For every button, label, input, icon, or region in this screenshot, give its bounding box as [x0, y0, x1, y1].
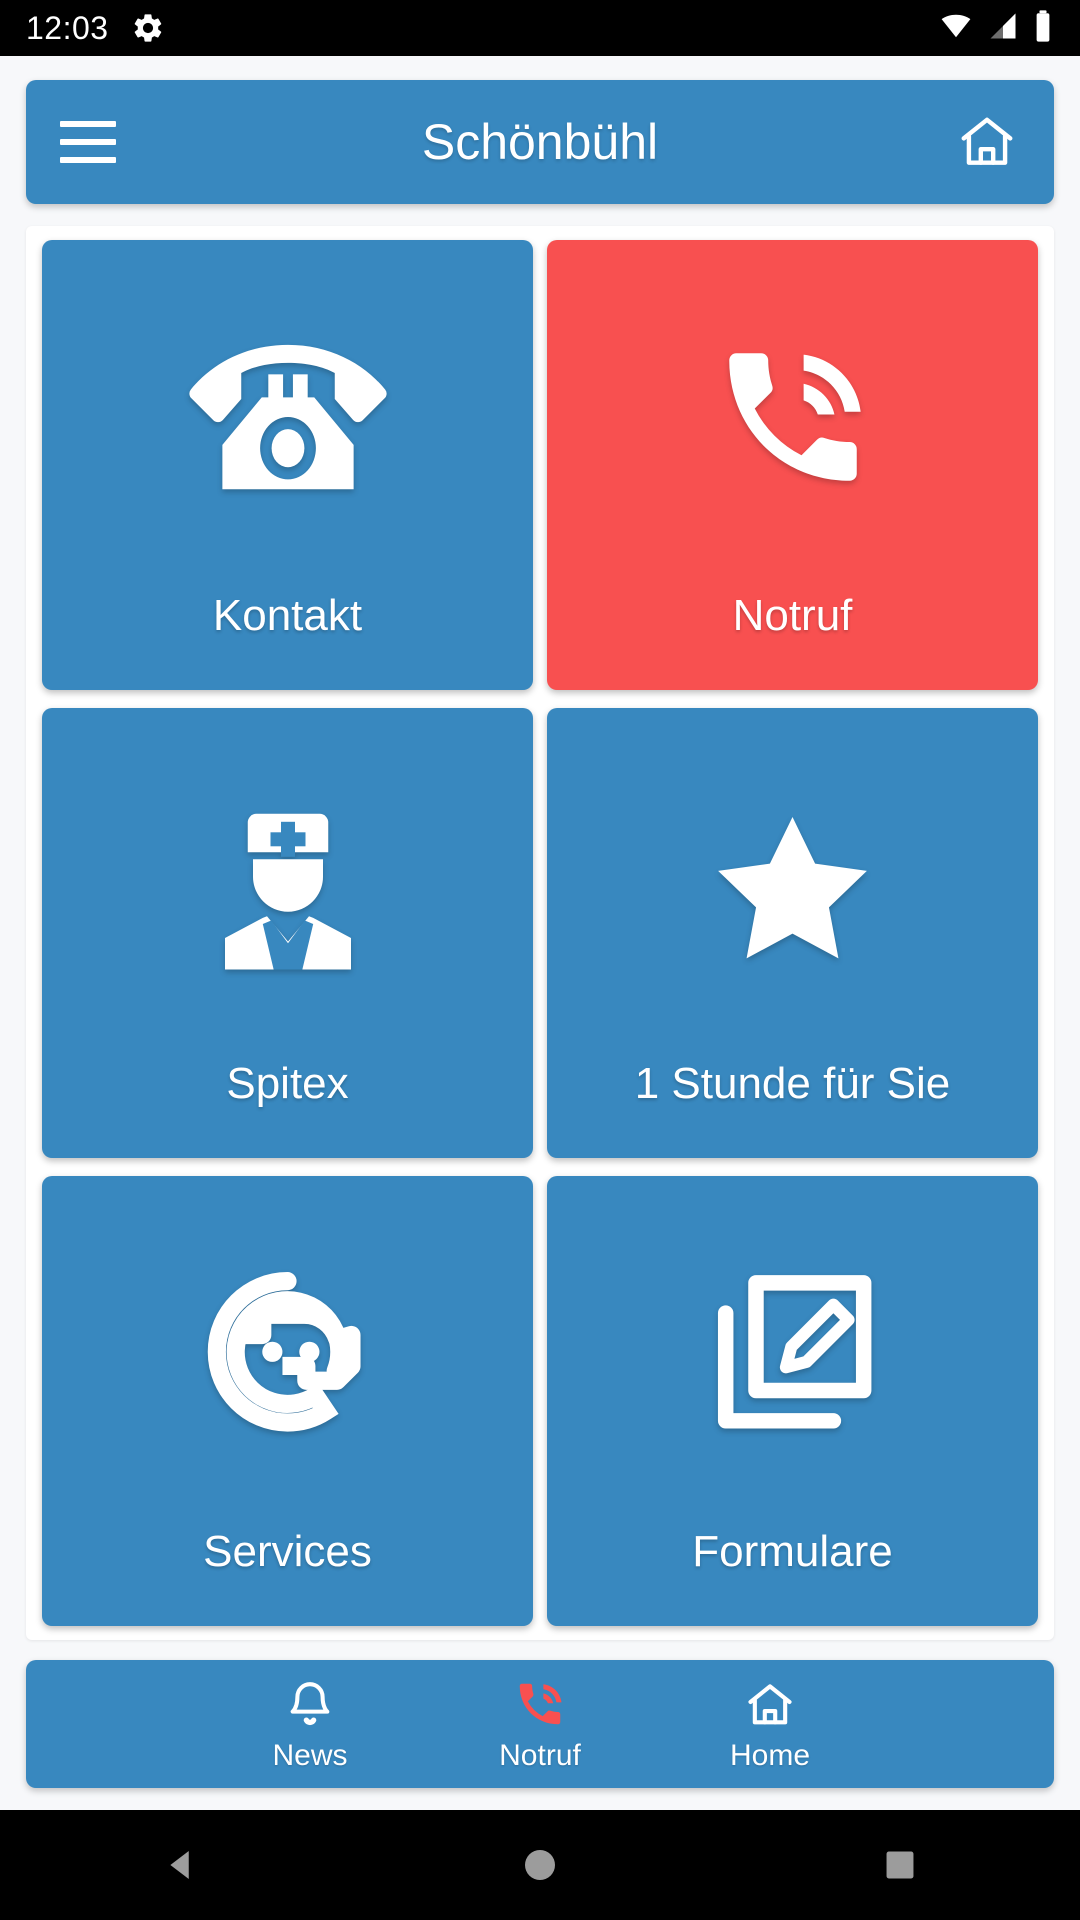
star-icon: [547, 708, 1038, 1062]
home-outline-icon: [742, 1675, 798, 1731]
tiles-grid: Kontakt Notruf Spitex 1 Stunde für Sie S…: [42, 240, 1038, 1626]
back-button[interactable]: [90, 1844, 270, 1886]
app-content: Schönbühl Kontakt Notruf Spitex 1 Stunde…: [0, 56, 1080, 1810]
top-bar-container: Schönbühl: [0, 56, 1080, 204]
app-top-bar: Schönbühl: [26, 80, 1054, 204]
tile-label: Notruf: [732, 591, 853, 640]
battery-icon: [1032, 9, 1054, 48]
home-icon[interactable]: [954, 111, 1020, 173]
tile-label: 1 Stunde für Sie: [634, 1059, 951, 1108]
status-bar-clock: 12:03: [26, 9, 109, 46]
tile-formulare[interactable]: Formulare: [547, 1176, 1038, 1626]
tile-label: Spitex: [226, 1059, 349, 1108]
note-edit-icon: [547, 1176, 1038, 1530]
bottom-navigation-bar: News Notruf Home: [26, 1660, 1054, 1788]
tiles-panel-container: Kontakt Notruf Spitex 1 Stunde für Sie S…: [0, 204, 1080, 1640]
tile-spitex[interactable]: Spitex: [42, 708, 533, 1158]
nav-item-label: News: [272, 1739, 348, 1772]
circle-icon: [525, 1850, 555, 1880]
status-bar-indicators: [938, 9, 1054, 48]
tiles-panel: Kontakt Notruf Spitex 1 Stunde für Sie S…: [26, 226, 1054, 1640]
gear-icon: [131, 11, 165, 45]
nav-item-label: Home: [729, 1739, 811, 1772]
nurse-icon: [42, 708, 533, 1062]
recents-button[interactable]: [810, 1846, 990, 1884]
tile-label: Formulare: [692, 1527, 893, 1576]
headset-face-icon: [42, 1176, 533, 1530]
nav-item-label: Notruf: [499, 1739, 581, 1772]
nav-item-notruf[interactable]: Notruf: [465, 1675, 615, 1773]
tile-kontakt[interactable]: Kontakt: [42, 240, 533, 690]
tile-label: Kontakt: [212, 591, 363, 640]
triangle-left-icon: [170, 1851, 189, 1879]
hamburger-menu-icon[interactable]: [60, 121, 116, 163]
nav-item-news[interactable]: News: [235, 1675, 385, 1773]
nav-item-home[interactable]: Home: [695, 1675, 845, 1773]
tile-services[interactable]: Services: [42, 1176, 533, 1626]
desk-phone-icon: [42, 240, 533, 594]
phone-screen: 12:03 Schönbühl Kontakt Notruf Spitex 1 …: [0, 0, 1080, 1920]
system-navigation-bar: [0, 1810, 1080, 1920]
page-title: Schönbühl: [421, 114, 659, 170]
bottom-nav-container: News Notruf Home: [0, 1640, 1080, 1810]
phone-in-talk-icon: [547, 240, 1038, 594]
home-button[interactable]: [450, 1845, 630, 1885]
cellular-signal-icon: [986, 11, 1020, 46]
wifi-icon: [938, 11, 974, 46]
tile-1-stunde-fuer-sie[interactable]: 1 Stunde für Sie: [547, 708, 1038, 1158]
bell-icon: [283, 1675, 337, 1731]
square-icon: [886, 1851, 914, 1879]
phone-in-talk-icon: [513, 1675, 567, 1731]
tile-notruf[interactable]: Notruf: [547, 240, 1038, 690]
tile-label: Services: [203, 1527, 372, 1576]
status-bar: 12:03: [0, 0, 1080, 56]
